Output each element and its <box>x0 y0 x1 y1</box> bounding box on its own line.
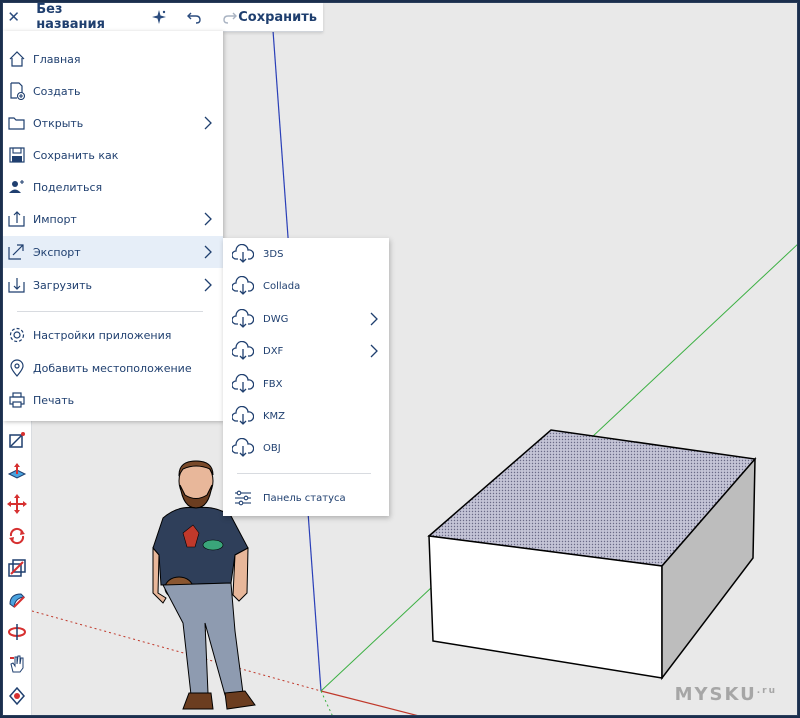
chevron-right-icon <box>203 244 213 263</box>
submenu-divider <box>237 473 371 474</box>
export-item-fbx[interactable]: FBX <box>223 368 389 400</box>
export-item-collada[interactable]: Collada <box>223 270 389 302</box>
box-model[interactable] <box>427 429 757 681</box>
line-tool-icon[interactable] <box>6 429 28 451</box>
menu-item-download[interactable]: Загрузить <box>3 269 223 301</box>
menu-item-app-settings[interactable]: Настройки приложения <box>3 319 223 351</box>
chevron-right-icon <box>369 343 379 362</box>
undo-icon[interactable] <box>186 8 203 26</box>
new-file-icon <box>3 75 31 107</box>
menu-item-save-as[interactable]: Сохранить как <box>3 139 223 171</box>
export-icon <box>3 236 31 268</box>
menu-item-share[interactable]: Поделиться <box>3 171 223 203</box>
home-icon <box>3 43 31 75</box>
top-bar: ✕ Без названия Сохранить <box>3 3 323 32</box>
save-button[interactable]: Сохранить <box>238 10 317 25</box>
watermark: MYSKU.ru <box>674 684 777 705</box>
redo-icon[interactable] <box>221 8 238 26</box>
import-icon <box>3 203 31 235</box>
cloud-download-icon <box>225 341 261 361</box>
cloud-download-icon <box>225 406 261 426</box>
export-item-obj[interactable]: OBJ <box>223 432 389 464</box>
cloud-download-icon <box>225 244 261 264</box>
hand-tool-icon[interactable] <box>6 653 28 675</box>
download-icon <box>3 269 31 301</box>
scale-tool-icon[interactable] <box>6 557 28 579</box>
export-item-dwg[interactable]: DWG <box>223 303 389 335</box>
gear-icon <box>3 319 31 351</box>
menu-item-export[interactable]: Экспорт <box>3 236 223 268</box>
menu-item-new[interactable]: Создать <box>3 75 223 107</box>
menu-item-import[interactable]: Импорт <box>3 203 223 235</box>
chevron-right-icon <box>203 211 213 230</box>
cloud-download-icon <box>225 438 261 458</box>
cloud-download-icon <box>225 309 261 329</box>
close-icon[interactable]: ✕ <box>3 8 24 26</box>
main-menu: Главная Создать Открыть Сохранить как По… <box>3 31 223 421</box>
menu-item-print[interactable]: Печать <box>3 384 223 416</box>
document-title[interactable]: Без названия <box>36 3 132 32</box>
red-axis-dotted <box>3 602 322 692</box>
cloud-download-icon <box>225 276 261 296</box>
location-pin-icon <box>3 352 31 384</box>
status-panel-item[interactable]: Панель статуса <box>223 482 389 514</box>
folder-icon <box>3 107 31 139</box>
chevron-right-icon <box>369 311 379 330</box>
app-window: ✕ Без названия Сохранить Главная Создать… <box>2 2 798 716</box>
sliders-icon <box>225 490 261 506</box>
export-item-kmz[interactable]: KMZ <box>223 400 389 432</box>
green-axis-dotted <box>320 690 333 715</box>
export-submenu: 3DS Collada DWG DXF FBX KMZ OBJ Панель с… <box>223 238 389 516</box>
push-pull-tool-icon[interactable] <box>6 461 28 483</box>
move-tool-icon[interactable] <box>6 493 28 515</box>
red-axis <box>320 690 418 715</box>
menu-item-add-location[interactable]: Добавить местоположение <box>3 352 223 384</box>
cloud-download-icon <box>225 374 261 394</box>
chevron-right-icon <box>203 115 213 134</box>
share-user-icon <box>3 171 31 203</box>
offset-tool-icon[interactable] <box>6 589 28 611</box>
save-icon <box>3 139 31 171</box>
printer-icon <box>3 384 31 416</box>
chevron-right-icon <box>203 277 213 296</box>
menu-item-home[interactable]: Главная <box>3 43 223 75</box>
rotate-tool-icon[interactable] <box>6 525 28 547</box>
menu-item-open[interactable]: Открыть <box>3 107 223 139</box>
menu-divider <box>17 311 203 312</box>
position-camera-icon[interactable] <box>6 685 28 707</box>
flip-tool-icon[interactable] <box>6 621 28 643</box>
export-item-dxf[interactable]: DXF <box>223 335 389 367</box>
sparkle-icon[interactable] <box>150 8 167 26</box>
export-item-3ds[interactable]: 3DS <box>223 238 389 270</box>
